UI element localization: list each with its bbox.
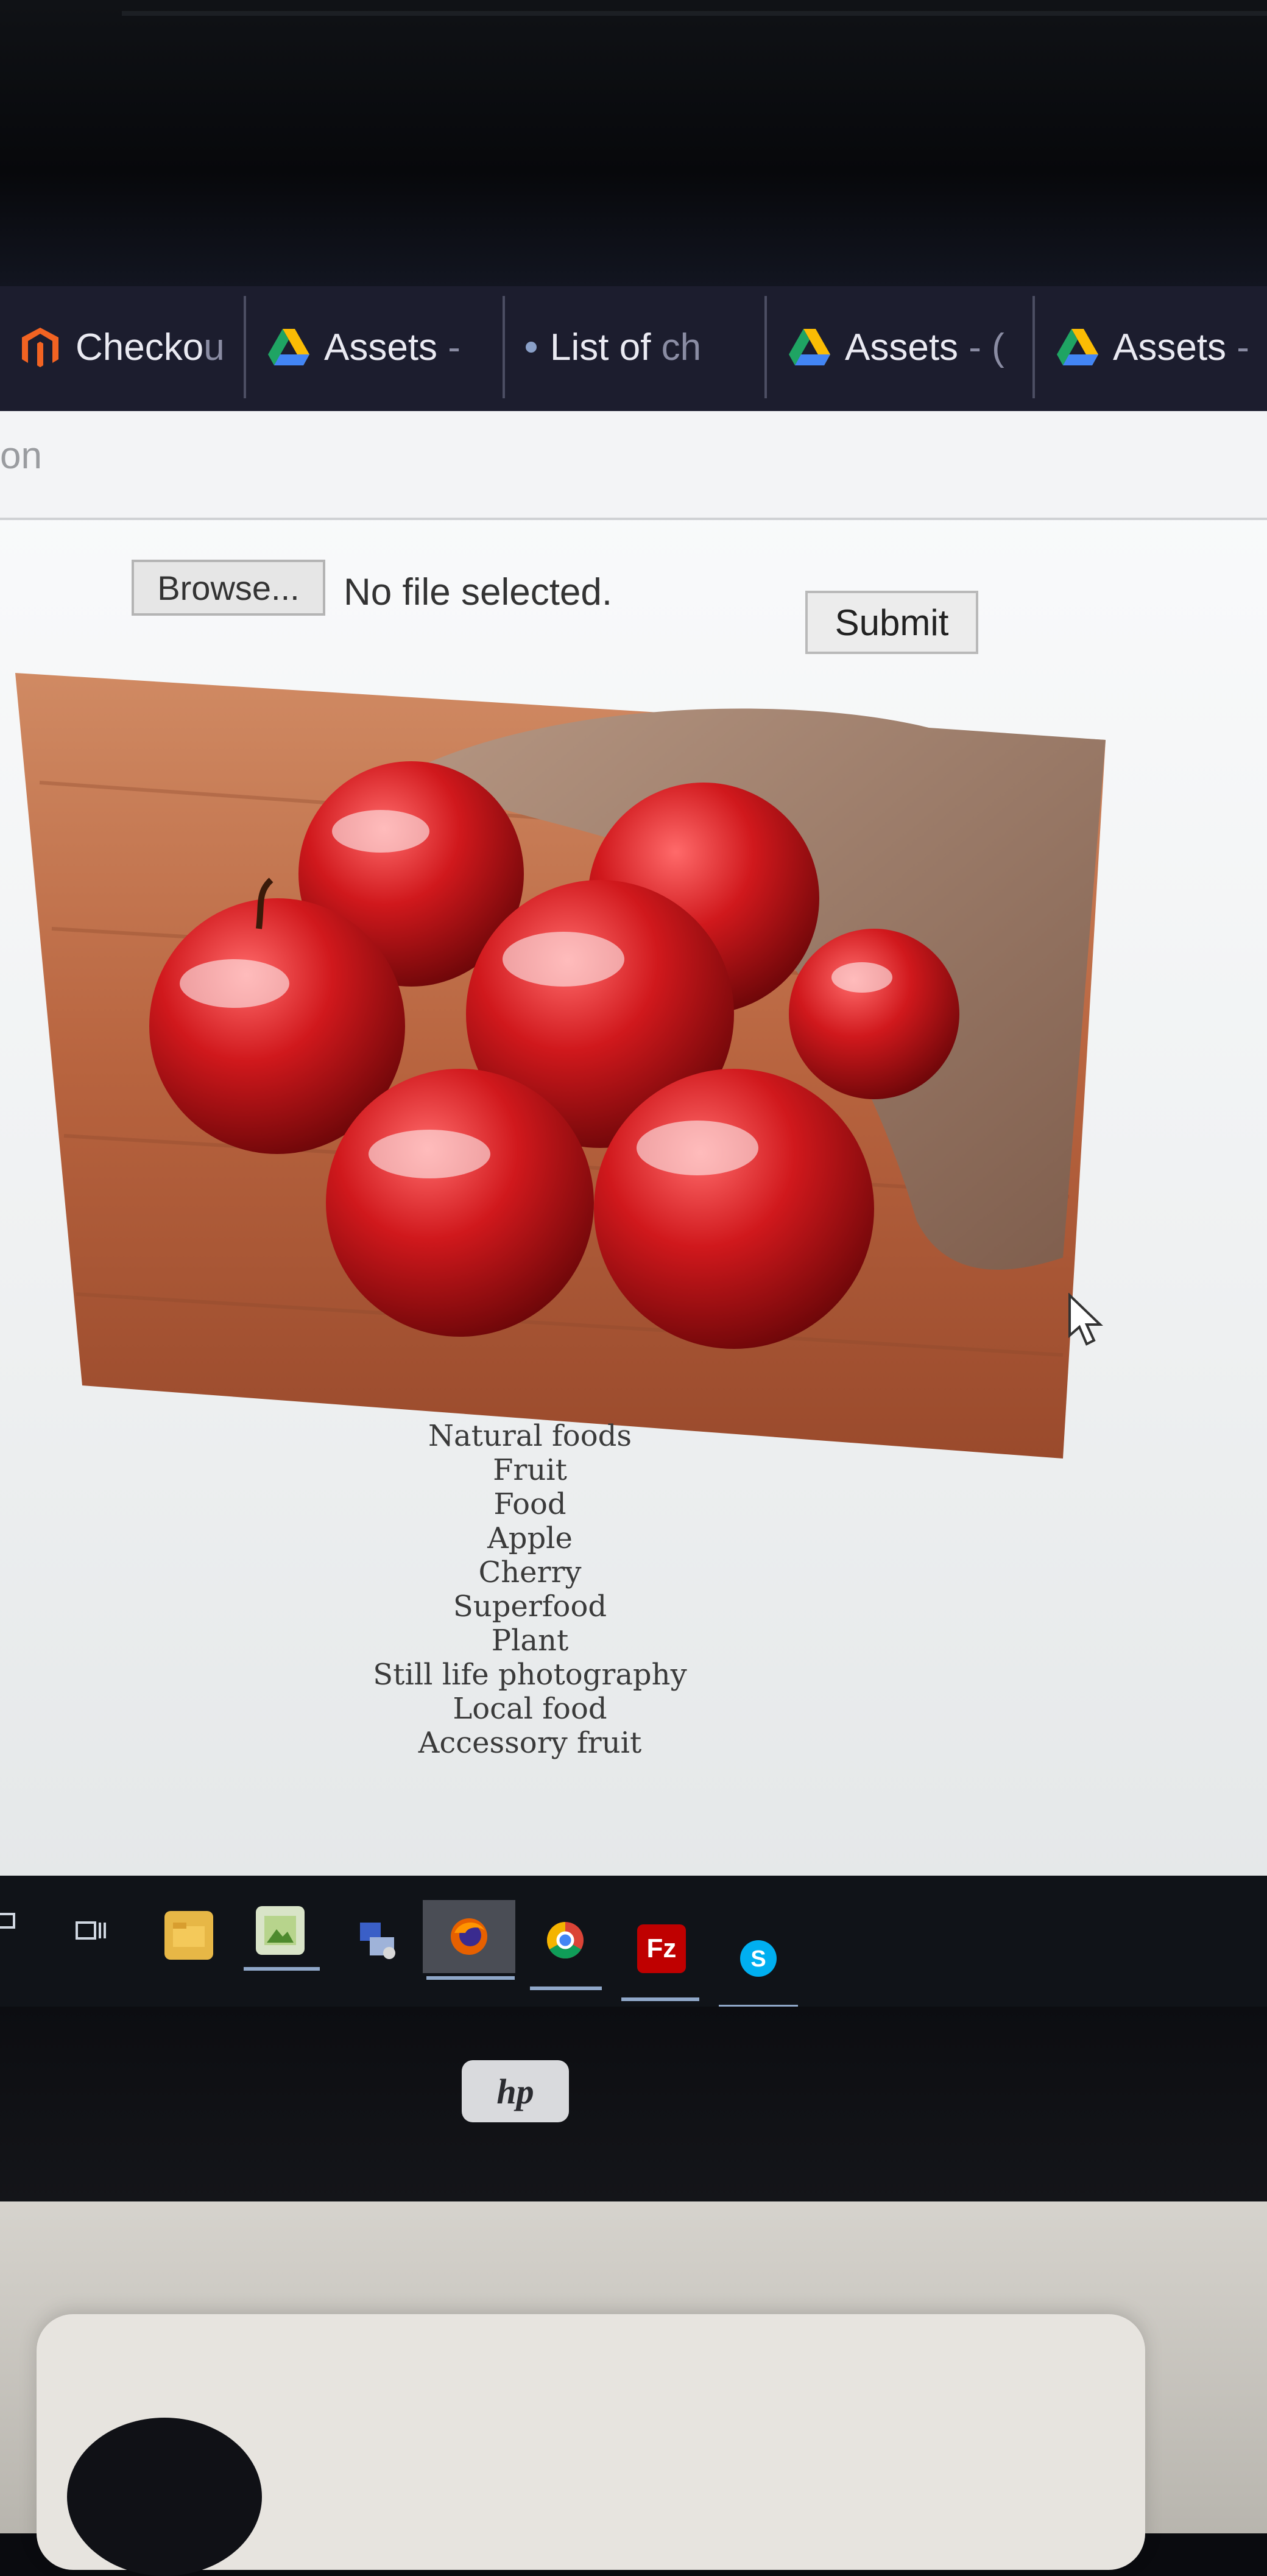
chrome-icon[interactable]: [541, 1916, 590, 1965]
active-indicator: [621, 1997, 699, 2001]
image-label: Fruit: [493, 1453, 567, 1487]
file-explorer-icon[interactable]: [164, 1911, 213, 1960]
monitor-bezel-bottom: [0, 2007, 1267, 2201]
tab-label: Checkou: [76, 326, 225, 368]
task-view-icon[interactable]: [67, 1906, 116, 1955]
search-icon[interactable]: [0, 1900, 30, 1949]
google-drive-icon: [268, 329, 309, 365]
apple: [594, 1069, 874, 1349]
monitor-bezel-top: [0, 0, 1267, 286]
image-label: Accessory fruit: [418, 1726, 642, 1760]
svg-text:S: S: [750, 1946, 766, 1972]
browser-tab-strip: Checkou Assets - List of ch Assets - ( A…: [0, 286, 1267, 411]
network-icon[interactable]: [353, 1916, 402, 1965]
hp-logo: hp: [462, 2060, 569, 2122]
file-status-text: No file selected.: [344, 571, 613, 613]
filezilla-icon[interactable]: Fz: [637, 1924, 686, 1973]
tab-assets-2[interactable]: Assets - (: [764, 296, 1032, 398]
tab-checkout[interactable]: Checkou: [0, 296, 244, 398]
tab-label: Assets -: [324, 326, 461, 368]
image-labels-list: Natural foods Fruit Food Apple Cherry Su…: [341, 1419, 719, 1760]
magento-icon: [22, 328, 58, 367]
bezel-highlight: [122, 11, 1267, 16]
google-drive-icon: [789, 329, 830, 365]
apples-photo: [15, 673, 1106, 1459]
browser-page: on Browse... No file selected. Submit Na…: [0, 411, 1267, 1946]
tab-label: Assets -: [1113, 326, 1249, 368]
tab-label: List of ch: [550, 326, 702, 368]
image-label: Superfood: [453, 1589, 607, 1624]
image-label: Natural foods: [428, 1419, 632, 1453]
image-label: Local food: [453, 1692, 607, 1726]
mouse-cursor-icon: [1068, 1293, 1103, 1346]
tab-list-of[interactable]: List of ch: [503, 296, 764, 398]
tab-label: Assets - (: [845, 326, 1004, 368]
active-indicator: [530, 1987, 602, 1990]
browse-button[interactable]: Browse...: [132, 560, 325, 616]
image-label: Plant: [491, 1624, 569, 1658]
image-viewer-icon[interactable]: [256, 1906, 305, 1955]
page-icon: [526, 342, 537, 353]
address-bar[interactable]: on: [0, 411, 1267, 520]
tab-assets-1[interactable]: Assets -: [244, 296, 503, 398]
skype-icon[interactable]: S: [734, 1934, 783, 1983]
apple: [789, 929, 959, 1099]
image-label: Food: [493, 1487, 566, 1521]
image-label: Apple: [487, 1521, 573, 1555]
active-indicator: [244, 1967, 320, 1971]
firefox-icon[interactable]: [423, 1900, 515, 1973]
desk-item: [67, 2418, 262, 2576]
windows-taskbar: Fz S: [0, 1876, 1267, 2008]
address-text: on: [0, 435, 42, 477]
active-indicator: [426, 1976, 515, 1980]
google-drive-icon: [1057, 329, 1098, 365]
tab-assets-3[interactable]: Assets -: [1032, 296, 1267, 398]
apple: [326, 1069, 594, 1337]
image-label: Still life photography: [373, 1658, 687, 1692]
image-label: Cherry: [478, 1555, 582, 1589]
submit-button[interactable]: Submit: [805, 591, 978, 654]
